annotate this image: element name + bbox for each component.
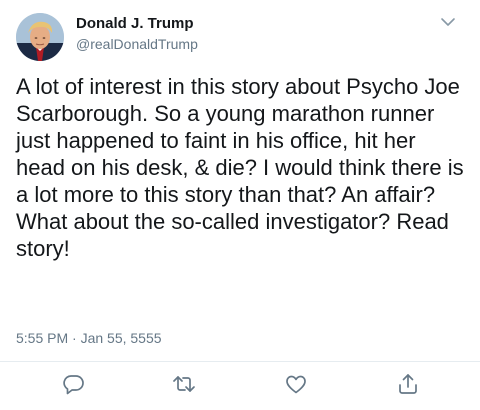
tweet-text: A lot of interest in this story about Ps…	[16, 74, 464, 261]
divider	[0, 361, 480, 362]
avatar[interactable]	[16, 13, 64, 61]
avatar-image	[16, 13, 64, 61]
reply-button[interactable]	[62, 372, 86, 396]
retweet-button[interactable]	[172, 372, 196, 396]
share-button[interactable]	[396, 372, 420, 396]
like-button[interactable]	[284, 372, 308, 396]
tweet-card: Donald J. Trump @realDonaldTrump A lot o…	[0, 0, 480, 410]
share-icon	[399, 374, 417, 394]
retweet-icon	[173, 376, 195, 392]
tweet-timestamp[interactable]: 5:55 PM · Jan 55, 5555	[16, 330, 162, 346]
chevron-down-icon[interactable]	[438, 12, 458, 32]
reply-icon	[63, 375, 84, 395]
heart-icon	[286, 375, 306, 394]
author-handle[interactable]: @realDonaldTrump	[76, 36, 198, 52]
author-name[interactable]: Donald J. Trump	[76, 15, 194, 32]
